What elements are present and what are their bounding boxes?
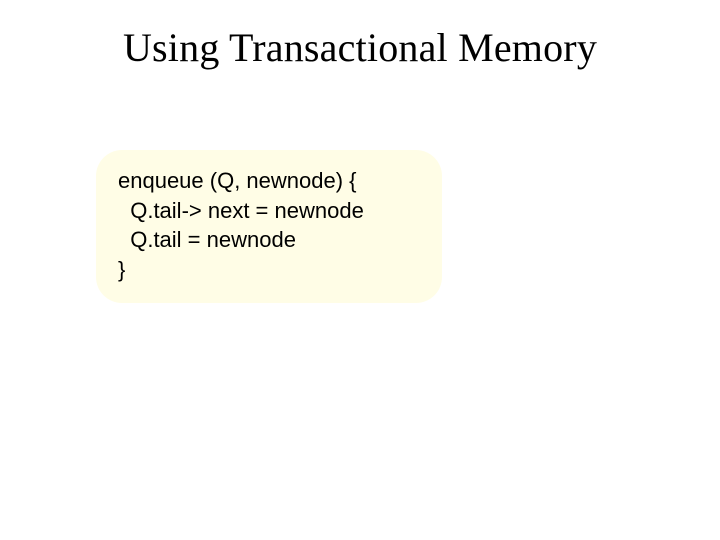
code-line-4: } (118, 257, 125, 282)
slide-title: Using Transactional Memory (0, 24, 720, 71)
code-line-1: enqueue (Q, newnode) { (118, 168, 357, 193)
code-line-2: Q.tail-> next = newnode (118, 198, 364, 223)
code-block: enqueue (Q, newnode) { Q.tail-> next = n… (118, 166, 420, 285)
slide: Using Transactional Memory enqueue (Q, n… (0, 0, 720, 540)
code-box: enqueue (Q, newnode) { Q.tail-> next = n… (96, 150, 442, 303)
code-line-3: Q.tail = newnode (118, 227, 296, 252)
